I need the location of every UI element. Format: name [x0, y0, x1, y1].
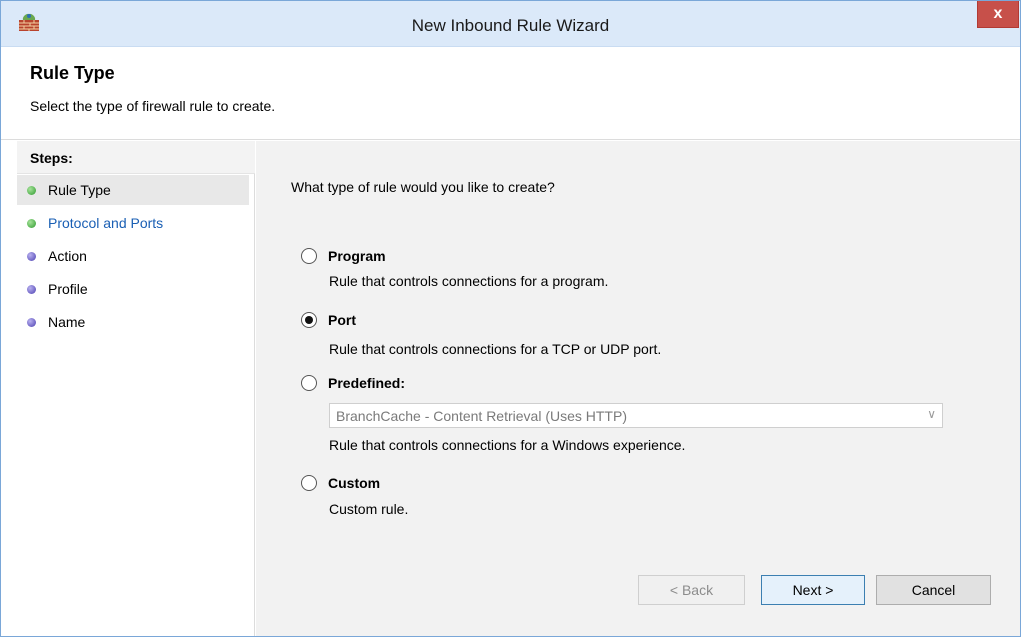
option-label[interactable]: Predefined:: [328, 375, 405, 391]
predefined-rule-select[interactable]: BranchCache - Content Retrieval (Uses HT…: [329, 403, 943, 428]
wizard-header: Rule Type Select the type of firewall ru…: [1, 48, 1020, 140]
step-pending-icon: [27, 284, 36, 294]
step-profile: Profile: [17, 274, 249, 304]
option-label[interactable]: Program: [328, 248, 386, 264]
rule-type-question: What type of rule would you like to crea…: [291, 179, 555, 195]
step-pending-icon: [27, 317, 36, 327]
main-panel: What type of rule would you like to crea…: [256, 141, 1020, 636]
steps-panel: Steps: Rule Type Protocol and Ports Acti…: [17, 141, 255, 636]
option-program[interactable]: Program: [301, 248, 386, 264]
option-label[interactable]: Custom: [328, 475, 380, 491]
step-label: Name: [48, 314, 86, 330]
option-port[interactable]: Port: [301, 312, 356, 328]
select-value: BranchCache - Content Retrieval (Uses HT…: [336, 408, 627, 424]
option-custom[interactable]: Custom: [301, 475, 380, 491]
option-description: Rule that controls connections for a Win…: [329, 437, 686, 453]
step-protocol-and-ports[interactable]: Protocol and Ports: [17, 208, 249, 238]
program-radio[interactable]: [301, 248, 317, 264]
close-icon: x: [993, 5, 1003, 22]
step-label: Action: [48, 248, 87, 264]
port-radio[interactable]: [301, 312, 317, 328]
close-button[interactable]: x: [977, 1, 1019, 28]
predefined-radio[interactable]: [301, 375, 317, 391]
next-button[interactable]: Next >: [761, 575, 865, 605]
title-bar[interactable]: New Inbound Rule Wizard x: [1, 1, 1020, 47]
steps-heading: Steps:: [17, 141, 255, 174]
step-complete-icon: [27, 218, 36, 228]
step-rule-type: Rule Type: [17, 175, 249, 205]
page-title: Rule Type: [30, 63, 115, 83]
chevron-down-icon[interactable]: ∨: [927, 407, 936, 421]
page-subtitle: Select the type of firewall rule to crea…: [30, 98, 276, 114]
option-description: Custom rule.: [329, 501, 409, 517]
cancel-button[interactable]: Cancel: [876, 575, 991, 605]
option-predefined[interactable]: Predefined:: [301, 375, 405, 391]
option-label[interactable]: Port: [328, 312, 356, 328]
window-title: New Inbound Rule Wizard: [411, 16, 610, 35]
step-name: Name: [17, 307, 249, 337]
step-pending-icon: [27, 251, 36, 261]
wizard-window: New Inbound Rule Wizard x Rule Type Sele…: [0, 0, 1021, 637]
step-label[interactable]: Protocol and Ports: [48, 215, 163, 231]
step-label: Profile: [48, 281, 88, 297]
back-button[interactable]: < Back: [638, 575, 745, 605]
option-description: Rule that controls connections for a pro…: [329, 273, 609, 289]
custom-radio[interactable]: [301, 475, 317, 491]
option-description: Rule that controls connections for a TCP…: [329, 341, 662, 357]
step-label: Rule Type: [48, 182, 111, 198]
step-complete-icon: [27, 185, 36, 195]
step-action: Action: [17, 241, 249, 271]
